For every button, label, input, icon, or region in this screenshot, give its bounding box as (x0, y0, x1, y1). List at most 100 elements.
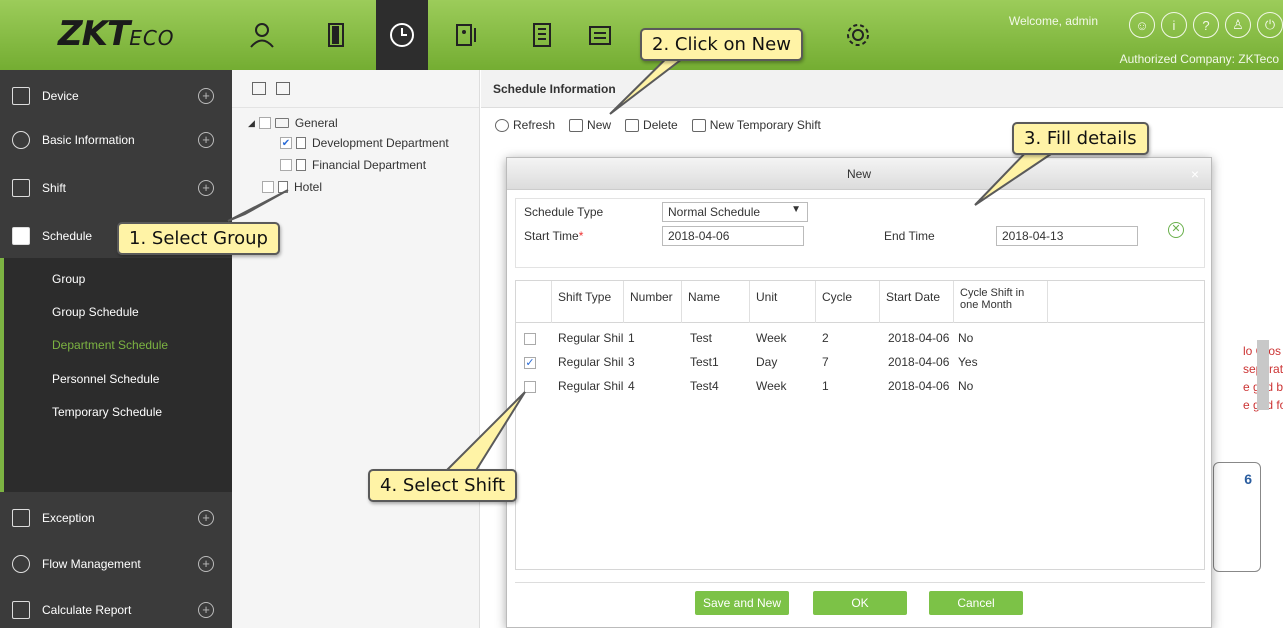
column-header[interactable]: Number (624, 281, 682, 323)
tree-node-hotel[interactable]: Hotel (262, 180, 322, 194)
confirm-icon[interactable]: ✕ (1168, 222, 1184, 238)
info-icon[interactable]: i (1161, 12, 1187, 38)
device-icon (12, 87, 30, 105)
schedule-form: Schedule Type Normal Schedule ▼ Start Tim… (515, 198, 1205, 268)
account-icon[interactable]: ♙ (1225, 12, 1251, 38)
tree-checkbox[interactable] (280, 159, 292, 171)
expand-icon[interactable]: + (198, 88, 214, 104)
delete-button[interactable]: Delete (625, 118, 678, 132)
sidebar-item-exception[interactable]: Exception + (0, 496, 232, 540)
header-actions: ☺ i ? ♙ ⏻ (1129, 12, 1283, 38)
column-header[interactable]: Name (682, 281, 750, 323)
power-icon[interactable]: ⏻ (1257, 12, 1283, 38)
start-time-label: Start Time* (524, 229, 584, 243)
exception-icon (12, 509, 30, 527)
basic-info-icon (12, 131, 30, 149)
panel-title: Schedule Information (481, 70, 1283, 108)
sidebar-item-device[interactable]: Device + (0, 74, 232, 118)
file-icon (296, 159, 306, 171)
sidebar: Device + Basic Information + Shift + Sch… (0, 70, 232, 628)
submenu-group[interactable]: Group (52, 272, 85, 286)
dialog-title: New × (507, 158, 1211, 190)
close-icon[interactable]: × (1191, 158, 1199, 190)
tree-checkbox[interactable] (258, 117, 271, 129)
help-icon[interactable]: ? (1193, 12, 1219, 38)
file-icon (296, 137, 306, 149)
sidebar-item-calculate-report[interactable]: Calculate Report + (0, 588, 232, 628)
new-schedule-dialog: New × Schedule Type Normal Schedule ▼ Sta… (506, 157, 1212, 628)
row-checkbox[interactable]: ✓ (524, 357, 536, 369)
submenu-temporary-schedule[interactable]: Temporary Schedule (52, 405, 162, 419)
callout-select-group: 1. Select Group (117, 222, 280, 255)
expand-icon[interactable]: + (198, 602, 214, 618)
column-header[interactable]: Cycle Shift in one Month (954, 281, 1048, 323)
user-icon[interactable]: ☺ (1129, 12, 1155, 38)
file-icon (278, 181, 288, 193)
tree-node-development[interactable]: ✔ Development Department (280, 136, 449, 150)
background-calendar-cell: 6 (1213, 462, 1261, 572)
flow-icon (12, 555, 30, 573)
save-and-new-button[interactable]: Save and New (695, 591, 789, 615)
submenu-department-schedule[interactable]: Department Schedule (52, 338, 168, 352)
column-header[interactable]: Shift Type (552, 281, 624, 323)
table-row[interactable]: Regular Shil 4 Test4 Week 1 2018-04-06 N… (516, 375, 1204, 397)
personnel-icon[interactable] (240, 14, 284, 56)
settings-icon[interactable] (836, 14, 880, 56)
cancel-button[interactable]: Cancel (929, 591, 1023, 615)
submenu-group-schedule[interactable]: Group Schedule (52, 305, 139, 319)
expand-icon[interactable]: + (198, 132, 214, 148)
schedule-submenu: Group Group Schedule Department Schedule… (0, 258, 232, 492)
column-header[interactable]: Unit (750, 281, 816, 323)
new-icon (691, 118, 706, 132)
access-icon[interactable] (444, 14, 488, 56)
expand-all-icon[interactable] (252, 82, 266, 95)
visitor-icon[interactable] (578, 14, 622, 56)
row-checkbox[interactable] (524, 381, 536, 393)
sidebar-item-basic-information[interactable]: Basic Information + (0, 118, 232, 162)
expand-icon[interactable]: + (198, 556, 214, 572)
collapse-all-icon[interactable] (276, 82, 290, 95)
sidebar-item-shift[interactable]: Shift + (0, 166, 232, 210)
new-temporary-shift-button[interactable]: New Temporary Shift (691, 118, 821, 132)
expand-icon[interactable]: + (198, 510, 214, 526)
table-row[interactable]: ✓ Regular Shil 3 Test1 Day 7 2018-04-06 … (516, 351, 1204, 373)
end-time-input[interactable]: 2018-04-13 (996, 226, 1138, 246)
sidebar-item-flow-management[interactable]: Flow Management + (0, 542, 232, 586)
company-text: Authorized Company: ZKTeco (1119, 52, 1279, 66)
shift-table: Shift Type Number Name Unit Cycle Start … (515, 280, 1205, 570)
zkteco-logo: ZKTECO (58, 14, 175, 54)
ok-button[interactable]: OK (813, 591, 907, 615)
delete-icon (625, 118, 640, 132)
tree-toggle-icon[interactable]: ◢ (248, 118, 255, 129)
calculator-icon (12, 601, 30, 619)
column-header[interactable]: Start Date (880, 281, 954, 323)
tree-checkbox[interactable] (262, 181, 274, 193)
callout-click-new: 2. Click on New (640, 28, 803, 61)
table-header: Shift Type Number Name Unit Cycle Start … (516, 281, 1204, 323)
end-time-label: End Time (884, 229, 935, 243)
new-button[interactable]: New (569, 118, 611, 132)
tree-node-general[interactable]: ◢ General (248, 116, 338, 130)
tree-checkbox[interactable]: ✔ (280, 137, 292, 149)
column-header[interactable]: Cycle (816, 281, 880, 323)
submenu-personnel-schedule[interactable]: Personnel Schedule (52, 372, 159, 386)
start-time-input[interactable]: 2018-04-06 (662, 226, 804, 246)
door-icon[interactable] (314, 14, 358, 56)
schedule-icon (12, 227, 30, 245)
callout-fill-details: 3. Fill details (1012, 122, 1149, 155)
folder-icon (274, 118, 289, 128)
welcome-text: Welcome, admin (1008, 14, 1098, 28)
panel-toolbar: Refresh New Delete New Temporary Shift (495, 118, 821, 132)
dialog-footer: Save and New OK Cancel (515, 582, 1205, 622)
attendance-clock-icon[interactable] (376, 0, 428, 70)
refresh-icon (495, 118, 509, 132)
tree-toolbar (232, 70, 479, 108)
tree-node-financial[interactable]: Financial Department (280, 158, 426, 172)
table-row[interactable]: Regular Shil 1 Test Week 2 2018-04-06 No (516, 327, 1204, 349)
building-icon[interactable] (520, 14, 564, 56)
refresh-button[interactable]: Refresh (495, 118, 555, 132)
scrollbar[interactable] (1257, 340, 1269, 410)
schedule-type-select[interactable]: Normal Schedule ▼ (662, 202, 808, 222)
expand-icon[interactable]: + (198, 180, 214, 196)
row-checkbox[interactable] (524, 333, 536, 345)
